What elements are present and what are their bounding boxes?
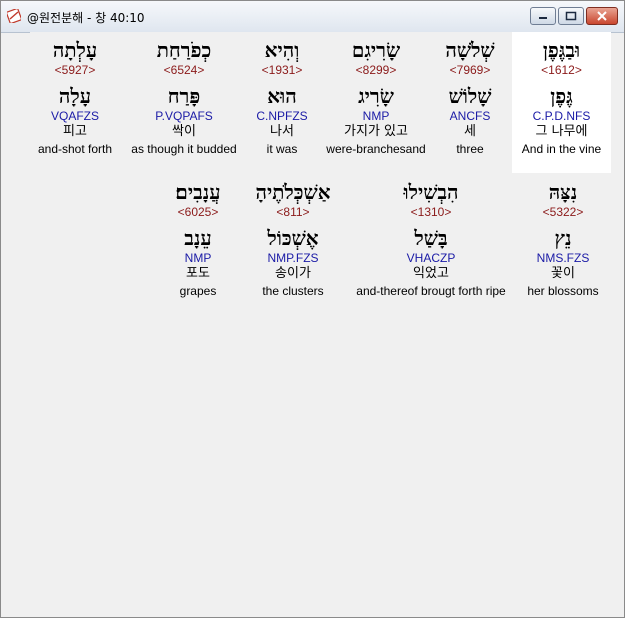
strong-number[interactable]: <7969>	[430, 63, 510, 77]
maximize-button[interactable]	[558, 7, 584, 25]
english-gloss: it was	[266, 142, 298, 156]
strong-number[interactable]: <8299>	[320, 63, 432, 77]
root-word: הוּא	[267, 84, 297, 108]
korean-gloss: 피고	[63, 124, 87, 139]
english-gloss: three	[456, 142, 484, 156]
parse-code: C.P.D.NFS	[532, 109, 591, 123]
parse-code: NMP.FZS	[267, 251, 319, 265]
word-blossoms[interactable]: נִצָּהּ <5322> נֵץ NMS.FZS 꽃이 her blosso…	[517, 179, 609, 299]
maximize-icon	[565, 11, 577, 21]
hebrew-word: עֲנָבִים׃	[175, 180, 221, 204]
word-three[interactable]: שְׁלֹשָׁה <7969> שָׁלוֹשׁ ANCFS 세 three	[430, 32, 510, 157]
korean-gloss: 익었고	[413, 266, 449, 281]
korean-gloss: 나서	[270, 124, 294, 139]
english-gloss: grapes	[179, 284, 217, 298]
root-word: שָׁלוֹשׁ	[448, 84, 492, 108]
parse-code: C.NPFZS	[256, 109, 308, 123]
strong-number[interactable]: <6524>	[125, 63, 243, 77]
korean-gloss: 가지가 있고	[344, 124, 408, 139]
strong-number[interactable]: <1612>	[512, 63, 611, 77]
english-gloss: and-thereof brougt forth ripe	[356, 284, 506, 298]
strong-number[interactable]: <811>	[244, 205, 342, 219]
parse-code: VHACZP	[406, 251, 456, 265]
minimize-icon	[539, 17, 547, 19]
interlinear-panel: וּבַגֶּפֶן <1612> גֶּפֶן C.P.D.NFS 그 나무에…	[30, 32, 611, 612]
root-word: נֵץ	[554, 226, 572, 250]
english-gloss: and-shot forth	[37, 142, 113, 156]
korean-gloss: 싹이	[172, 124, 196, 139]
strong-number[interactable]: <1310>	[348, 205, 514, 219]
word-shot-forth[interactable]: עָלְתָה <5927> עָלָה VQAFZS 피고 and-shot …	[30, 32, 120, 157]
hebrew-word: שָׂרִיגִם	[351, 38, 401, 62]
window-controls	[528, 7, 618, 25]
root-word: גֶּפֶן	[550, 84, 573, 108]
hebrew-word: נִצָּהּ	[548, 180, 578, 204]
word-ripe[interactable]: הִבְשִׁילוּ <1310> בָּשַׁל VHACZP 익었고 an…	[348, 179, 514, 299]
english-gloss: her blossoms	[527, 284, 599, 298]
parse-code: NMS.FZS	[536, 251, 590, 265]
title-bar[interactable]: @원전분해 - 창 40:10	[1, 1, 624, 33]
word-branches[interactable]: שָׂרִיגִם <8299> שָׂרִיג NMP 가지가 있고 were…	[320, 32, 432, 157]
window-title: @원전분해 - 창 40:10	[27, 11, 145, 25]
hebrew-word: עָלְתָה	[52, 38, 98, 62]
parse-code: VQAFZS	[50, 109, 99, 123]
parse-code: P.VQPAFS	[155, 109, 213, 123]
parse-code: NMP	[184, 251, 212, 265]
strong-number[interactable]: <1931>	[245, 63, 319, 77]
hebrew-word: הִבְשִׁילוּ	[403, 180, 459, 204]
word-it-was[interactable]: וְהִיא <1931> הוּא C.NPFZS 나서 it was	[245, 32, 319, 157]
korean-gloss: 꽃이	[551, 266, 575, 281]
close-icon	[597, 11, 607, 21]
english-gloss: the clusters	[262, 284, 324, 298]
close-button[interactable]	[586, 7, 618, 25]
hebrew-word: אַשְׁכְּלֹתֶיהָ	[255, 180, 331, 204]
hebrew-word: וְהִיא	[264, 38, 300, 62]
app-logo-icon	[7, 9, 21, 23]
root-word: אֶשְׁכּוֹל	[267, 226, 319, 250]
root-word: בָּשַׁל	[414, 226, 448, 250]
korean-gloss: 그 나무에	[535, 124, 588, 139]
hebrew-word: כְפֹרַחַת	[156, 38, 212, 62]
english-gloss: And in the vine	[521, 142, 602, 156]
strong-number[interactable]: <5322>	[517, 205, 609, 219]
word-clusters[interactable]: אַשְׁכְּלֹתֶיהָ <811> אֶשְׁכּוֹל NMP.FZS…	[244, 179, 342, 299]
hebrew-word: וּבַגֶּפֶן	[542, 38, 581, 62]
korean-gloss: 세	[464, 124, 476, 139]
hebrew-word: שְׁלֹשָׁה	[445, 38, 495, 62]
word-budded[interactable]: כְפֹרַחַת <6524> פָּרַח P.VQPAFS 싹이 as t…	[125, 32, 243, 157]
root-word: עָלָה	[58, 84, 92, 108]
word-grapes[interactable]: עֲנָבִים׃ <6025> עֵנָב NMP 포도 grapes	[158, 179, 238, 299]
strong-number[interactable]: <5927>	[30, 63, 120, 77]
english-gloss: were-branchesand	[326, 142, 426, 156]
root-word: שָׂרִיג	[358, 84, 394, 108]
parse-code: ANCFS	[449, 109, 491, 123]
root-word: עֵנָב	[184, 226, 212, 250]
korean-gloss: 포도	[186, 266, 210, 281]
strong-number[interactable]: <6025>	[158, 205, 238, 219]
minimize-button[interactable]	[530, 7, 556, 25]
app-window: @원전분해 - 창 40:10 וּבַגֶּפֶן <1612> גֶּפֶן…	[0, 0, 625, 618]
english-gloss: as though it budded	[131, 142, 237, 156]
word-vine[interactable]: וּבַגֶּפֶן <1612> גֶּפֶן C.P.D.NFS 그 나무에…	[512, 32, 611, 173]
korean-gloss: 송이가	[275, 266, 311, 281]
parse-code: NMP	[362, 109, 390, 123]
root-word: פָּרַח	[167, 84, 201, 108]
